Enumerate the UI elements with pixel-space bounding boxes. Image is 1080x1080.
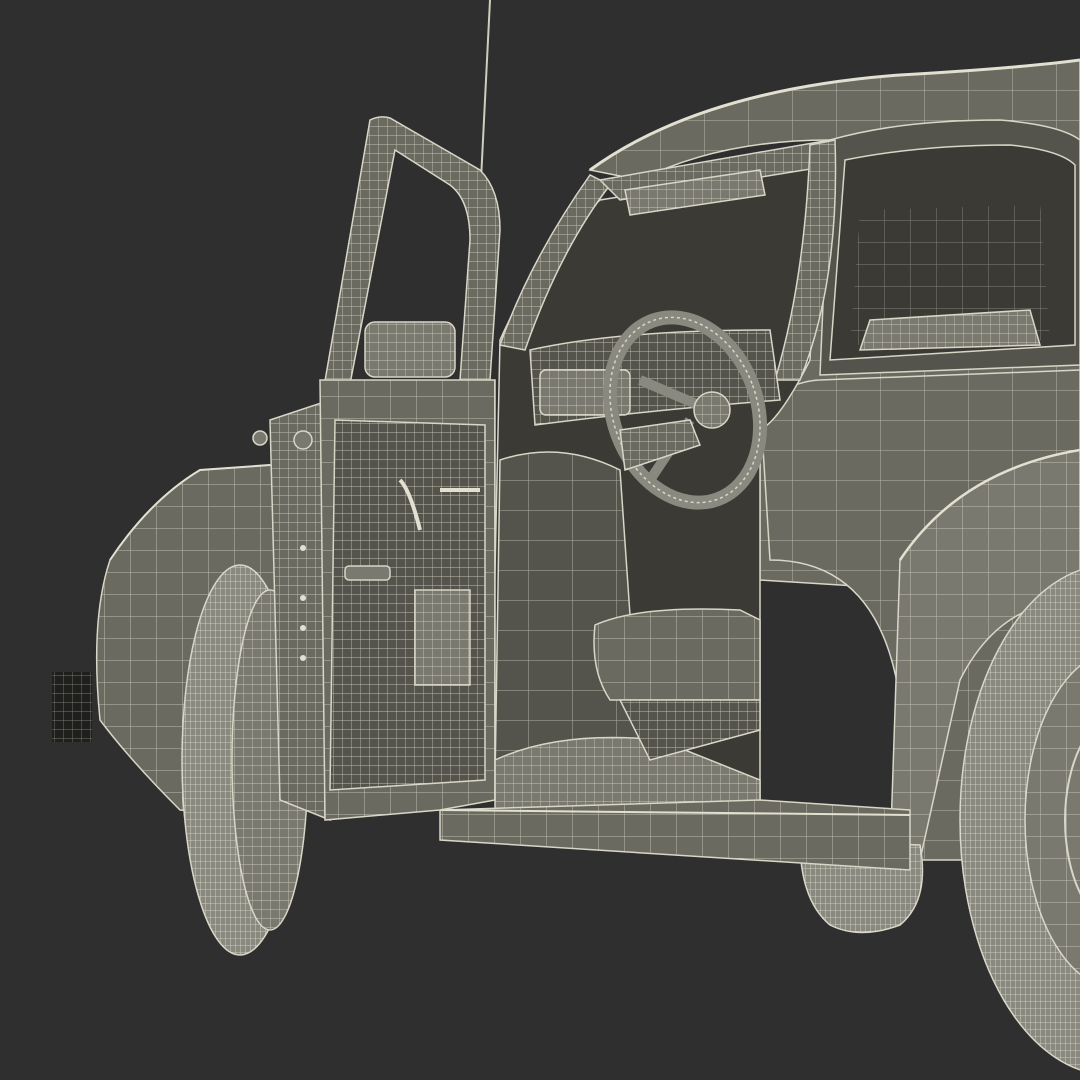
bumper-end <box>52 672 92 742</box>
render-viewport <box>0 0 1080 1080</box>
car-wireframe-render <box>0 0 1080 1080</box>
